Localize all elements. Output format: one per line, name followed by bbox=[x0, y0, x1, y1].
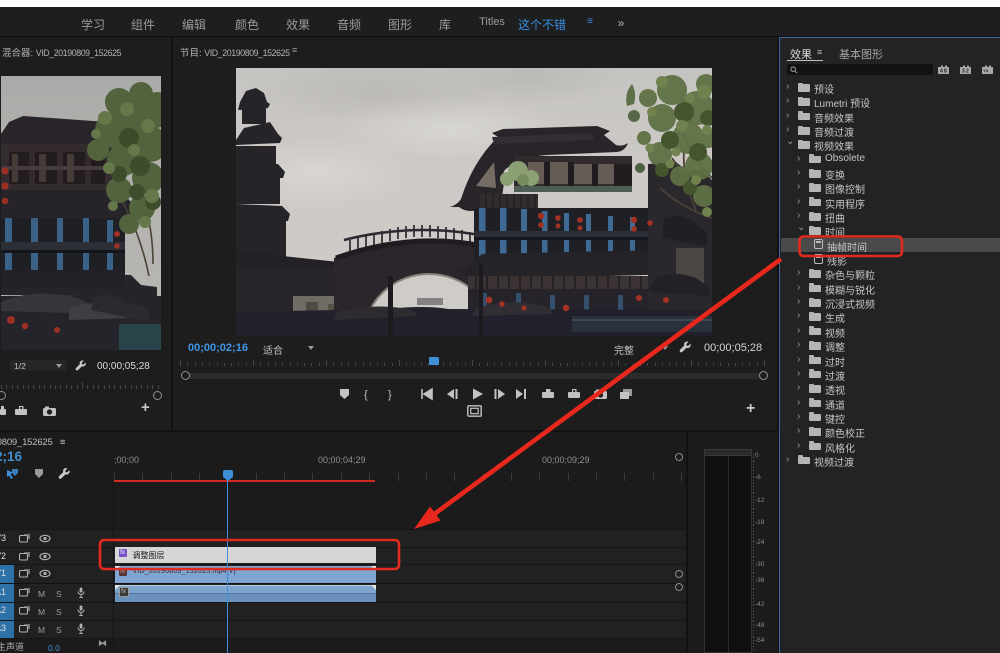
svg-text:3: 3 bbox=[962, 69, 965, 75]
svg-text:2: 2 bbox=[966, 69, 969, 75]
svg-text:8: 8 bbox=[944, 69, 947, 75]
svg-text:4: 4 bbox=[940, 69, 943, 75]
svg-text:YU: YU bbox=[983, 68, 989, 73]
svg-text:}: } bbox=[388, 389, 392, 401]
svg-text:{: { bbox=[364, 389, 368, 401]
